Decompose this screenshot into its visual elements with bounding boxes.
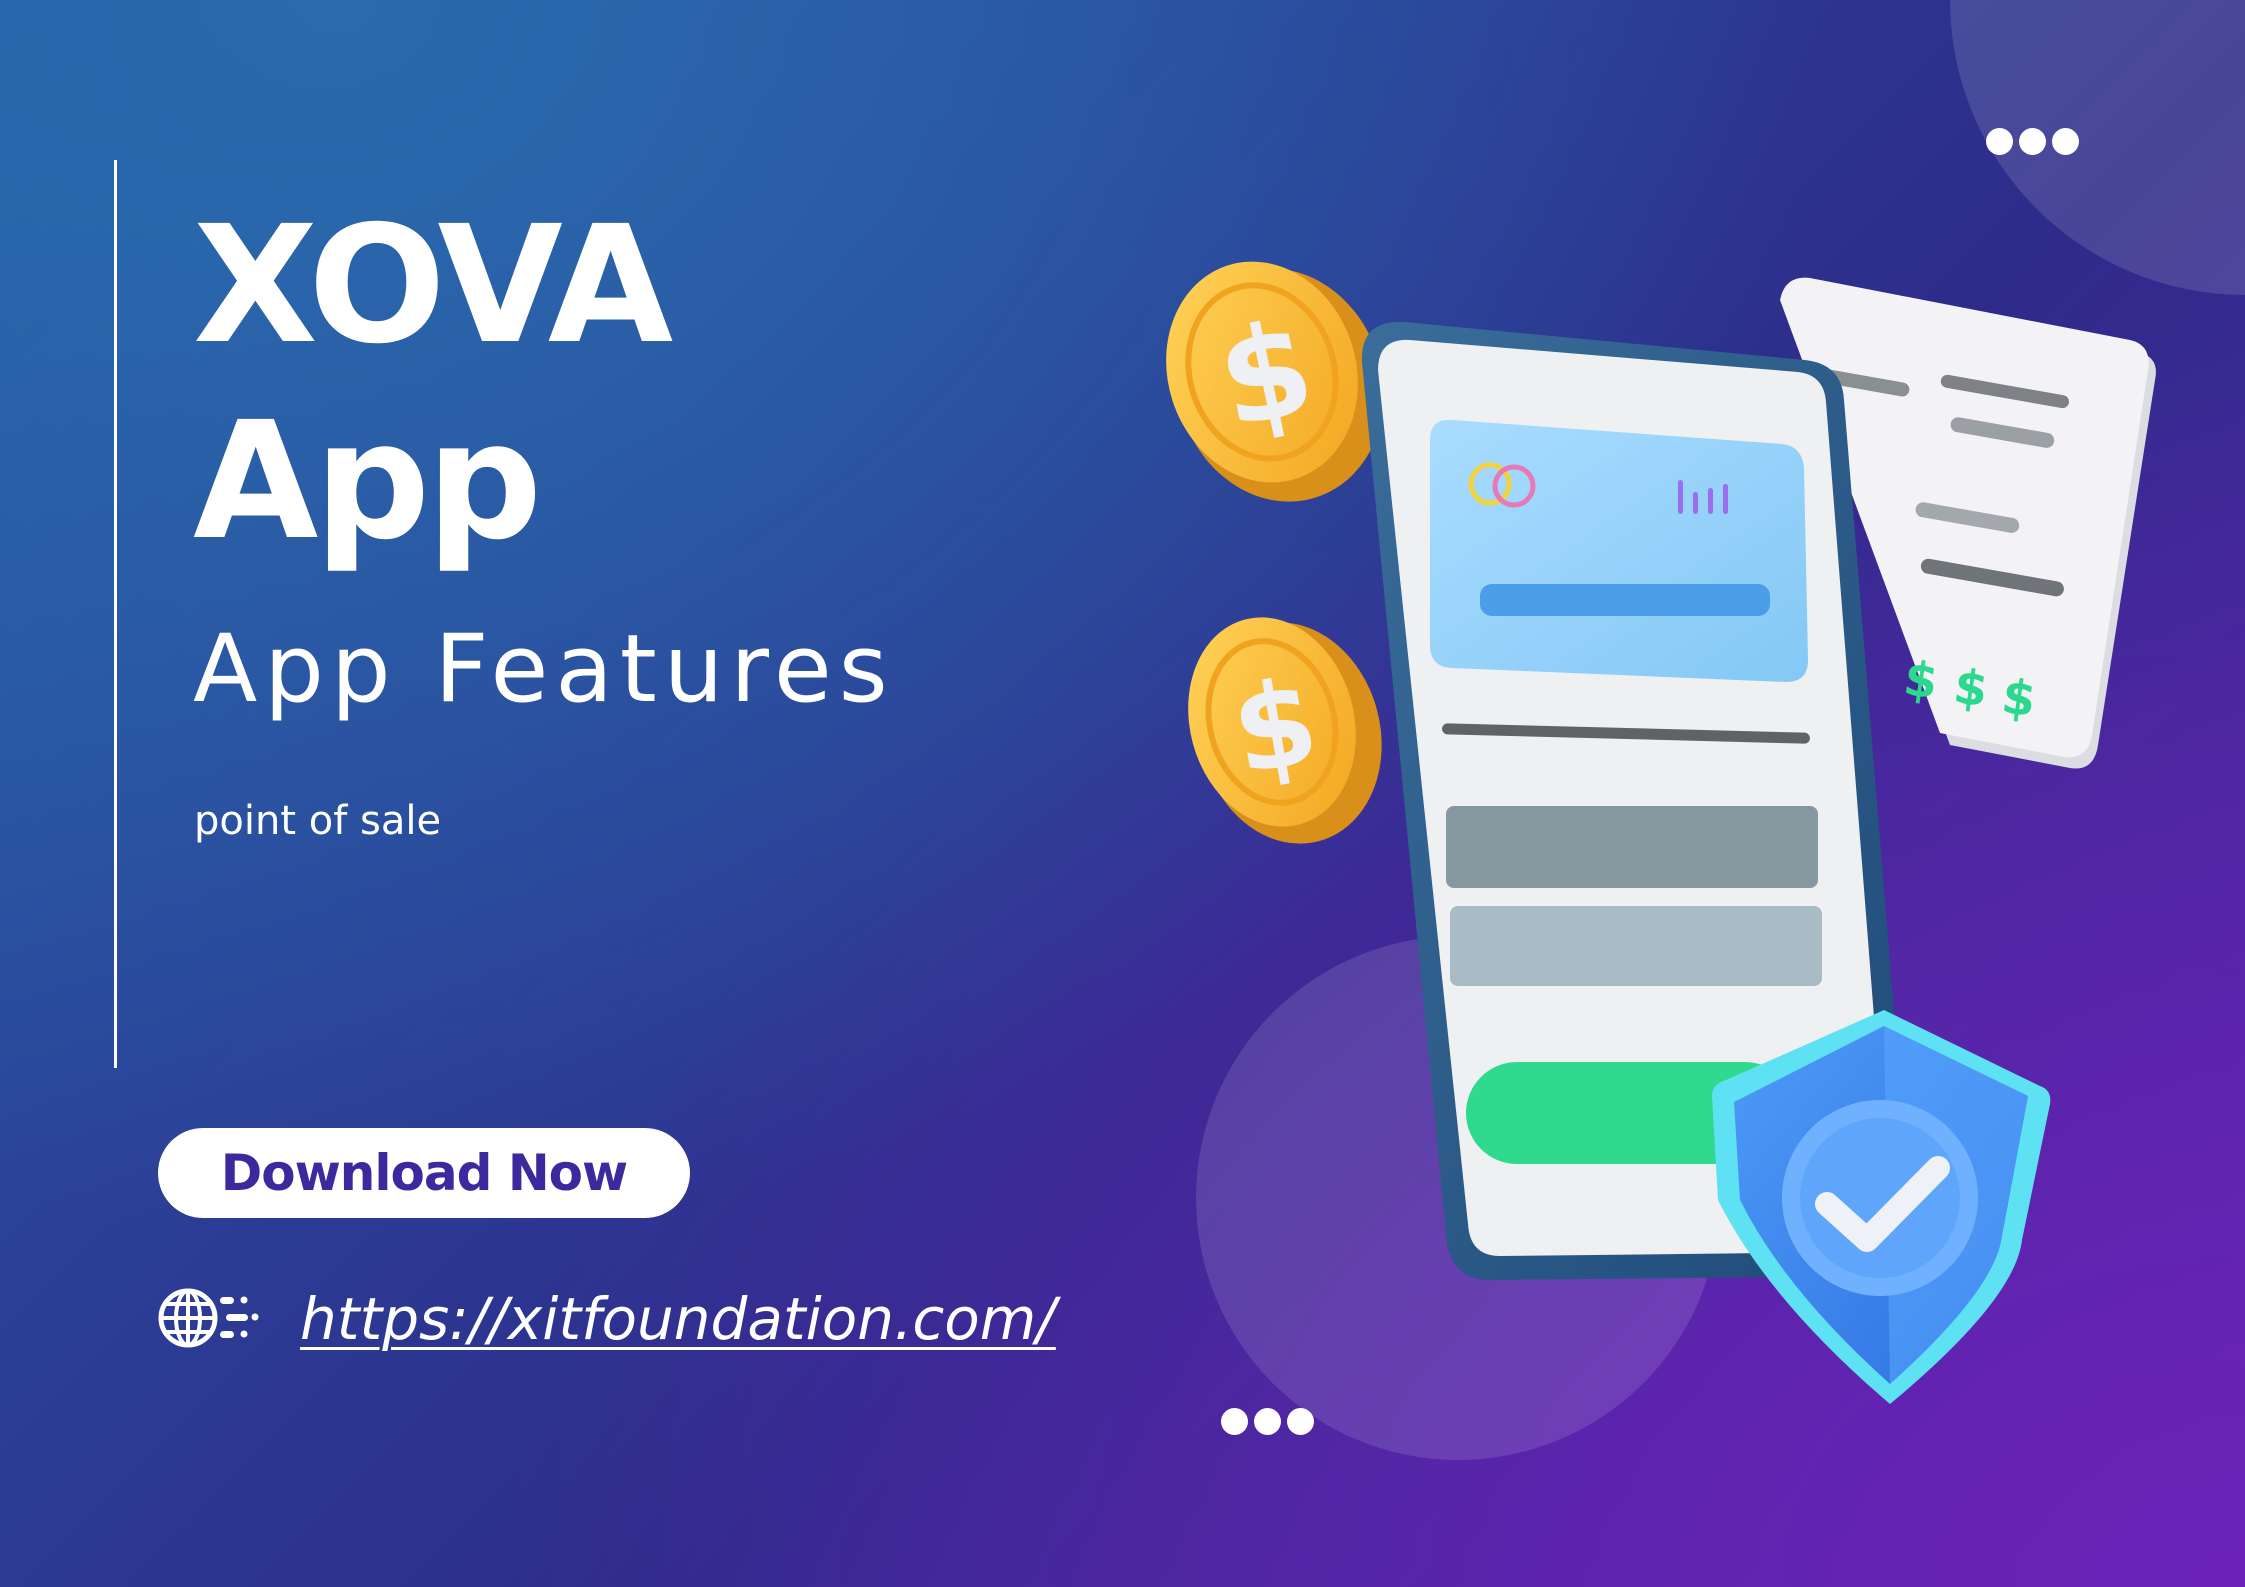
credit-card-icon bbox=[1430, 419, 1808, 682]
payment-illustration: $ $ $ $ $ bbox=[1166, 261, 2156, 1404]
globe-speed-icon bbox=[158, 1288, 259, 1348]
app-title-line1: XOVA bbox=[193, 192, 673, 380]
download-now-button[interactable]: Download Now bbox=[158, 1128, 690, 1218]
website-link[interactable]: https://xitfoundation.com/ bbox=[300, 1284, 1056, 1354]
shield-check-icon bbox=[1712, 1010, 2051, 1404]
page-subtitle: App Features bbox=[193, 615, 895, 724]
app-title-line2: App bbox=[193, 388, 542, 576]
tagline: point of sale bbox=[194, 798, 442, 844]
app-title: XOVA App bbox=[193, 188, 673, 580]
vertical-divider bbox=[114, 160, 117, 1068]
dollar-coin-icon: $ bbox=[1188, 617, 1382, 844]
